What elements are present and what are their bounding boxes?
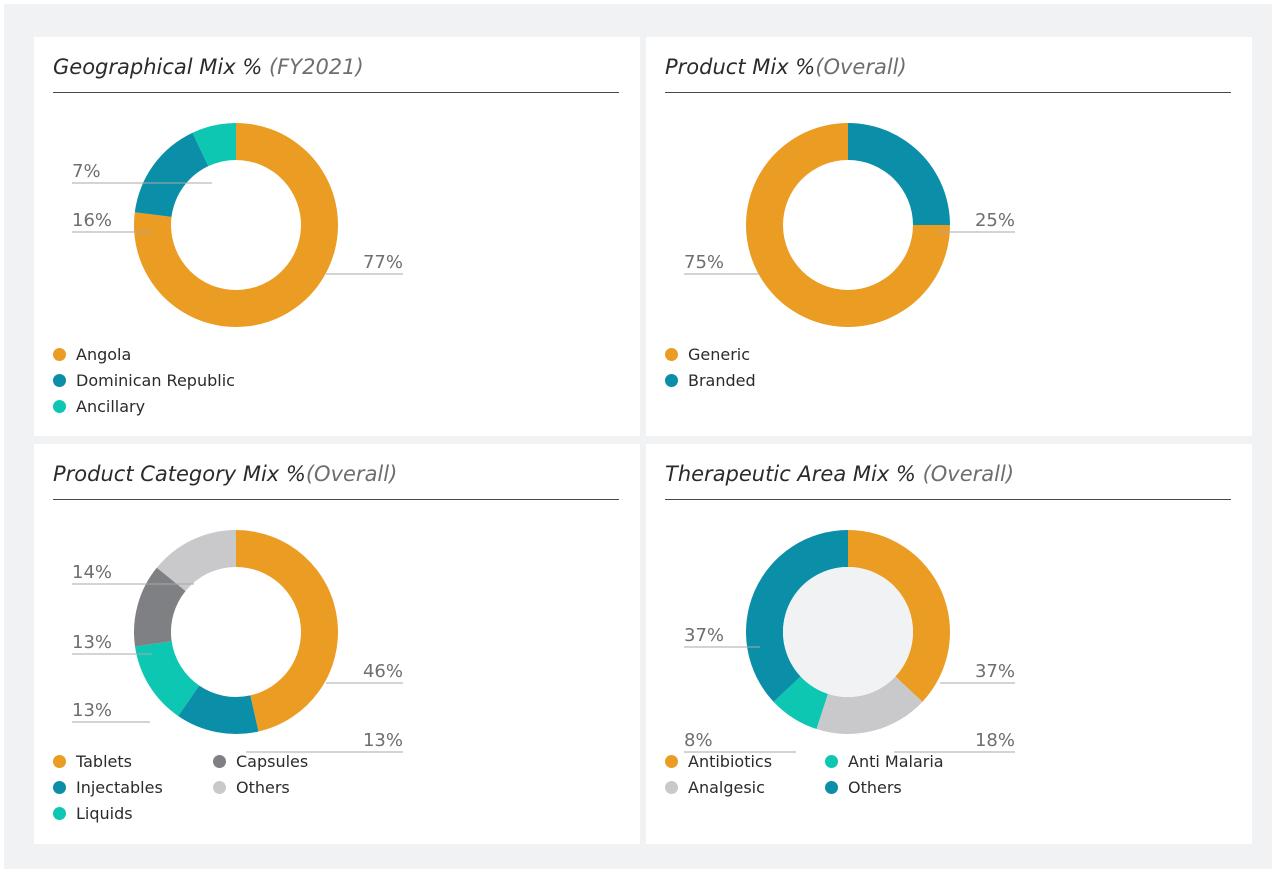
data-label-dominican-republic: 16% — [72, 210, 112, 231]
panel-title-main: Product Category Mix % — [53, 462, 306, 486]
legend-label: Antibiotics — [688, 752, 773, 771]
panel-title-subtitle: (Overall) — [815, 55, 907, 79]
legend-swatch — [53, 807, 66, 820]
legend-label: Angola — [76, 345, 132, 364]
legend-label: Anti Malaria — [848, 752, 944, 771]
legend-item-dominican-republic: Dominican Republic — [53, 371, 235, 390]
data-label-anti-malaria: 8% — [684, 730, 713, 751]
legend-item-branded: Branded — [665, 371, 756, 390]
panel-title-main: Product Mix % — [665, 55, 816, 79]
data-label-liquids: 13% — [72, 700, 112, 721]
legend-item-anti-malaria: Anti Malaria — [825, 752, 944, 771]
legend-item-ancillary: Ancillary — [53, 397, 145, 416]
donut-chart-product-category: 46% 13% 13% 13% 14% — [72, 530, 403, 753]
legend-swatch — [213, 755, 226, 768]
legend-label: Ancillary — [76, 397, 146, 416]
legend-label: Dominican Republic — [76, 371, 235, 390]
data-label-ancillary: 7% — [72, 161, 101, 182]
panel-title: Therapeutic Area Mix % (Overall) — [665, 462, 1014, 486]
panel-title: Product Category Mix %(Overall) — [53, 462, 397, 486]
donut-chart-geographical: 77% 16% 7% — [72, 123, 403, 327]
legend-item-others: Others — [825, 778, 902, 797]
data-label-analgesic: 18% — [975, 730, 1015, 751]
legend-item-generic: Generic — [665, 345, 750, 364]
title-divider — [53, 499, 619, 500]
data-label-antibiotics: 37% — [975, 661, 1015, 682]
legend-label: Liquids — [76, 804, 133, 823]
data-label-capsules: 13% — [72, 632, 112, 653]
legend-item-liquids: Liquids — [53, 804, 133, 823]
data-label-branded: 25% — [975, 210, 1015, 231]
legend-swatch — [665, 755, 678, 768]
legend-swatch — [53, 348, 66, 361]
donut-chart-product: 25% 75% — [684, 123, 1015, 327]
slice-branded — [848, 123, 950, 225]
legend-swatch — [53, 755, 66, 768]
legend-swatch — [825, 781, 838, 794]
legend-label: Analgesic — [688, 778, 765, 797]
panel-therapeutic-area-mix: Therapeutic Area Mix % (Overall) 37% 18% 8… — [646, 444, 1252, 844]
legend-item-analgesic: Analgesic — [665, 778, 765, 797]
panel-title-subtitle: (Overall) — [922, 462, 1015, 486]
data-label-angola: 77% — [363, 252, 403, 273]
panel-product-category-mix: Product Category Mix %(Overall) 46% 13% 13… — [34, 444, 640, 844]
title-divider — [53, 92, 619, 93]
legend-label: Tablets — [76, 752, 132, 771]
data-label-generic: 75% — [684, 252, 724, 273]
donut-hole — [783, 567, 913, 697]
panel-title-main: Geographical Mix % — [53, 55, 263, 79]
legend-label: Injectables — [76, 778, 163, 797]
legend-label: Others — [236, 778, 290, 797]
panel-title: Product Mix %(Overall) — [665, 55, 907, 79]
legend-swatch — [825, 755, 838, 768]
legend-swatch — [53, 374, 66, 387]
legend-item-capsules: Capsules — [213, 752, 308, 771]
title-divider — [665, 92, 1231, 93]
slice-dominican-republic — [134, 132, 209, 217]
legend-swatch — [213, 781, 226, 794]
legend-swatch — [53, 400, 66, 413]
data-label-tablets: 46% — [363, 661, 403, 682]
legend-item-antibiotics: Antibiotics — [665, 752, 772, 771]
legend-item-injectables: Injectables — [53, 778, 163, 797]
title-divider — [665, 499, 1231, 500]
legend-swatch — [53, 781, 66, 794]
legend-swatch — [665, 781, 678, 794]
legend-swatch — [665, 374, 678, 387]
legend-label: Generic — [688, 345, 751, 364]
legend-item-angola: Angola — [53, 345, 131, 364]
data-label-others: 37% — [684, 625, 724, 646]
legend-label: Others — [848, 778, 902, 797]
data-label-injectables: 13% — [363, 730, 403, 751]
panel-title-subtitle: (FY2021) — [268, 55, 364, 79]
legend-label: Branded — [688, 371, 756, 390]
data-label-others: 14% — [72, 562, 112, 583]
donut-chart-therapeutic-area: 37% 18% 8% 37% — [684, 530, 1015, 753]
panel-title-main: Therapeutic Area Mix % — [665, 462, 916, 486]
panel-title: Geographical Mix % (FY2021) — [53, 55, 364, 79]
legend-item-others: Others — [213, 778, 290, 797]
legend-item-tablets: Tablets — [53, 752, 132, 771]
legend-swatch — [665, 348, 678, 361]
panel-product-mix: Product Mix %(Overall) 25% 75% Generic Bra… — [646, 37, 1252, 436]
panel-geographical-mix: Geographical Mix % (FY2021) 77% 16% 7% Ang… — [34, 37, 640, 436]
legend-label: Capsules — [236, 752, 309, 771]
panel-title-subtitle: (Overall) — [305, 462, 398, 486]
